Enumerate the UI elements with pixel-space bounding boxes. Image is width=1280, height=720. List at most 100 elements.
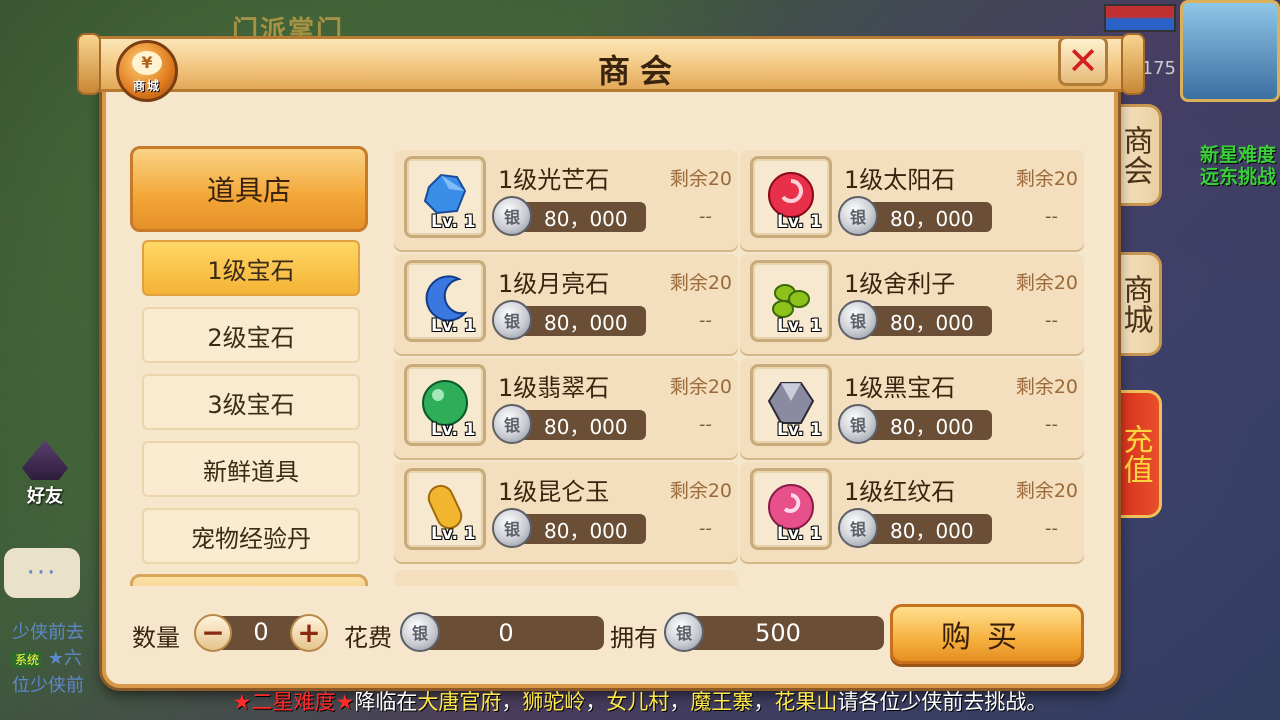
cost-label: 花费 (344, 624, 392, 652)
item-remaining: 剩余20 (669, 272, 732, 294)
owned-value: 500 (755, 619, 801, 647)
item-level: Lv. 1 (431, 316, 476, 336)
shop-mall-icon[interactable]: ¥ 商城 (116, 40, 178, 102)
decrease-button[interactable]: − (194, 614, 232, 652)
quantity-stepper: − 0 + (194, 614, 328, 652)
item-limit: -- (699, 206, 712, 227)
item-level: Lv. 1 (777, 316, 822, 336)
item-name: 1级光芒石 (498, 166, 610, 194)
subcategory-gem-lv1[interactable]: 1级宝石 (142, 240, 360, 296)
chat-button[interactable]: ··· (4, 548, 80, 598)
item-level: Lv. 1 (777, 524, 822, 544)
goods-item-partial[interactable] (394, 570, 738, 586)
item-remaining: 剩余20 (1015, 480, 1078, 502)
item-limit: -- (1045, 206, 1058, 227)
silver-coin-icon: 银 (838, 404, 878, 444)
friend-button[interactable]: 好友 (14, 440, 76, 508)
chat-icon: ··· (26, 558, 58, 588)
goods-item[interactable]: Lv. 1 1级翡翠石 剩余20 银 80，000 -- (394, 358, 738, 458)
subcategory-gem-lv2[interactable]: 2级宝石 (142, 307, 360, 363)
item-remaining: 剩余20 (1015, 272, 1078, 294)
item-level: Lv. 1 (777, 212, 822, 232)
silver-coin-icon: 银 (838, 300, 878, 340)
gem-slot[interactable]: Lv. 1 (404, 260, 486, 342)
item-limit: -- (1045, 310, 1058, 331)
gem-slot[interactable]: Lv. 1 (404, 468, 486, 550)
goods-item[interactable]: Lv. 1 1级太阳石 剩余20 银 80，000 -- (740, 150, 1084, 250)
silver-coin-icon: 银 (838, 196, 878, 236)
item-level: Lv. 1 (431, 420, 476, 440)
cost-value: 0 (498, 619, 514, 647)
item-limit: -- (699, 414, 712, 435)
category-item-next[interactable] (130, 574, 368, 586)
item-name: 1级月亮石 (498, 270, 610, 298)
quantity-label: 数量 (132, 624, 180, 652)
category-item-shop[interactable]: 道具店 (130, 146, 368, 232)
item-level: Lv. 1 (777, 420, 822, 440)
item-remaining: 剩余20 (1015, 376, 1078, 398)
owned-display: 银 500 (664, 612, 884, 652)
silver-coin-icon: 银 (664, 612, 704, 652)
purchase-bar: 数量 − 0 + 花费 银 0 拥有 银 500 购买 (132, 604, 1092, 666)
item-price: 银 80，000 (838, 404, 992, 444)
shop-icon-label: 商城 (132, 78, 161, 93)
friend-label: 好友 (27, 486, 63, 507)
goods-item[interactable]: Lv. 1 1级月亮石 剩余20 银 80，000 -- (394, 254, 738, 354)
item-limit: -- (699, 518, 712, 539)
item-price: 银 80，000 (492, 508, 646, 548)
subcategory-fresh-items[interactable]: 新鲜道具 (142, 441, 360, 497)
gem-slot[interactable]: Lv. 1 (404, 364, 486, 446)
quantity-value[interactable]: 0 (234, 618, 288, 646)
item-name: 1级舍利子 (844, 270, 956, 298)
goods-item[interactable]: Lv. 1 1级舍利子 剩余20 银 80，000 -- (740, 254, 1084, 354)
item-price: 银 80，000 (492, 300, 646, 340)
goods-item[interactable]: Lv. 1 1级黑宝石 剩余20 银 80，000 -- (740, 358, 1084, 458)
item-price: 银 80，000 (838, 196, 992, 236)
item-name: 1级昆仑玉 (498, 478, 610, 506)
event-notice[interactable]: 新星难度 远东挑战 (1200, 144, 1276, 188)
item-price: 银 80，000 (492, 404, 646, 444)
item-name: 1级翡翠石 (498, 374, 610, 402)
player-hp-bar (1104, 4, 1176, 32)
owned-label: 拥有 (610, 624, 658, 652)
item-name: 1级红纹石 (844, 478, 956, 506)
gem-slot[interactable]: Lv. 1 (750, 156, 832, 238)
goods-item[interactable]: Lv. 1 1级红纹石 剩余20 银 80，000 -- (740, 462, 1084, 562)
friend-icon (22, 440, 68, 480)
silver-coin-icon: 银 (492, 404, 532, 444)
category-list: 道具店 1级宝石 2级宝石 3级宝石 新鲜道具 宠物经验丹 (130, 146, 370, 586)
gem-slot[interactable]: Lv. 1 (750, 468, 832, 550)
goods-item[interactable]: Lv. 1 1级昆仑玉 剩余20 银 80，000 -- (394, 462, 738, 562)
subcategory-pet-exp-pill[interactable]: 宠物经验丹 (142, 508, 360, 564)
item-remaining: 剩余20 (669, 480, 732, 502)
gem-slot[interactable]: Lv. 1 (750, 260, 832, 342)
silver-coin-icon: 银 (838, 508, 878, 548)
gem-slot[interactable]: Lv. 1 (750, 364, 832, 446)
goods-item[interactable]: Lv. 1 1级光芒石 剩余20 银 80，000 -- (394, 150, 738, 250)
item-remaining: 剩余20 (669, 376, 732, 398)
goods-grid: Lv. 1 1级光芒石 剩余20 银 80，000 -- Lv. 1 1级太阳石… (394, 150, 1084, 586)
silver-coin-icon: 银 (492, 196, 532, 236)
item-limit: -- (1045, 414, 1058, 435)
buy-button[interactable]: 购买 (890, 604, 1084, 664)
cost-display: 银 0 (400, 612, 604, 652)
silver-coin-icon: 银 (400, 612, 440, 652)
gem-slot[interactable]: Lv. 1 (404, 156, 486, 238)
item-level: Lv. 1 (431, 212, 476, 232)
subcategory-gem-lv3[interactable]: 3级宝石 (142, 374, 360, 430)
item-limit: -- (1045, 518, 1058, 539)
item-name: 1级黑宝石 (844, 374, 956, 402)
close-button[interactable]: ✕ (1058, 36, 1108, 86)
item-remaining: 剩余20 (669, 168, 732, 190)
item-limit: -- (699, 310, 712, 331)
increase-button[interactable]: + (290, 614, 328, 652)
system-tag: 系统 (12, 652, 43, 668)
item-name: 1级太阳石 (844, 166, 956, 194)
silver-coin-icon: 银 (492, 300, 532, 340)
silver-coin-icon: 银 (492, 508, 532, 548)
item-level: Lv. 1 (431, 524, 476, 544)
item-remaining: 剩余20 (1015, 168, 1078, 190)
item-price: 银 80，000 (838, 508, 992, 548)
yuan-coin-icon: ¥ (132, 50, 162, 75)
close-icon: ✕ (1067, 39, 1099, 83)
